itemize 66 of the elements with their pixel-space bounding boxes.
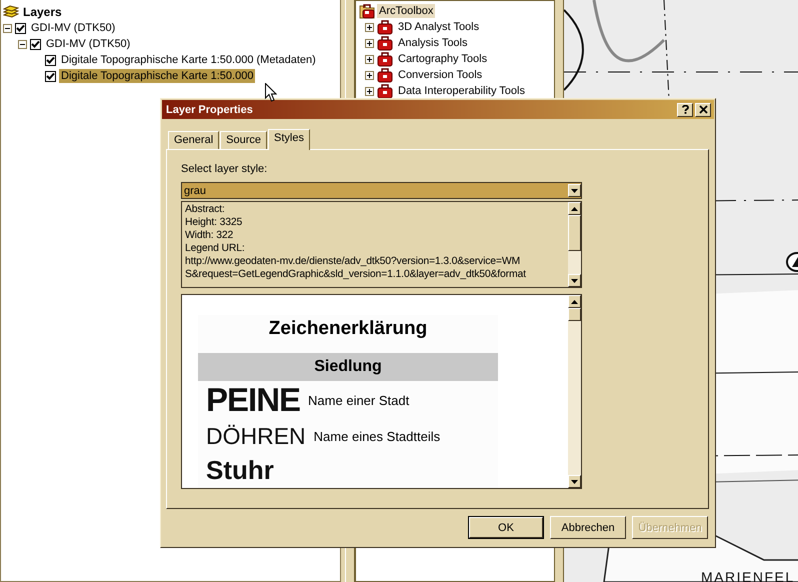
toolbox-item[interactable]: Cartography Tools [396,52,490,66]
abstract-text: Width: 322 [185,230,234,243]
expand-icon[interactable] [365,54,374,64]
dropdown-arrow-icon [571,188,578,192]
expand-icon[interactable] [365,38,374,48]
toolbox-item[interactable]: Analysis Tools [396,36,470,50]
dialog-button: Übernehmen [632,516,708,539]
checkbox[interactable] [15,22,26,34]
checkbox[interactable] [45,70,56,82]
toolbox-icon [377,19,393,35]
scroll-up-icon [571,206,578,210]
scroll-up-icon [571,300,578,304]
panel-title: Layers [23,4,62,18]
legend-description: Name einer Stadt [308,392,410,408]
scrollbar[interactable] [568,202,581,287]
legend-title: Zeichenerklärung [268,317,428,341]
cursor-icon [265,83,277,102]
collapse-icon[interactable] [3,24,12,32]
close-icon [698,105,708,114]
toolbox-icon [377,67,393,83]
abstract-textbox[interactable]: Abstract: Height: 3325 Width: 322 Legend URL: http://www.geodaten-mv.de/dienste/adv_dtk50?version=1.3.0&service=WM S&request=GetLegendGraphic&sld_version=1.1.0&layer=adv_dtk50&format [181,201,582,288]
layer-name[interactable]: Digitale Topographische Karte 1:50.000 [59,69,256,83]
toolbox-icon [377,83,393,99]
tab[interactable]: Styles [268,129,310,150]
tab[interactable]: Source [220,131,267,149]
style-dropdown[interactable]: grau [181,182,582,199]
collapse-icon[interactable] [18,40,27,48]
toolbox-root[interactable]: ArcToolbox [377,4,436,18]
close-button[interactable] [695,102,711,116]
help-icon [680,105,690,114]
abstract-text: Height: 3325 [185,217,244,230]
expand-icon[interactable] [365,70,374,80]
map-label: MARIENFEL [701,569,795,582]
help-button[interactable] [677,102,693,116]
scrollbar[interactable] [568,295,581,488]
expand-icon[interactable] [365,22,374,32]
abstract-text: Abstract: [185,204,226,217]
scroll-down-icon [571,278,578,282]
legend-sample-text: PEINE [206,381,300,420]
toolbox-icon [377,51,393,67]
legend-section-heading: Siedlung [198,353,498,382]
legend-description: Name eines Stadtteils [314,429,440,444]
dialog-button[interactable]: Abbrechen [550,516,626,539]
toolbox-icon [377,35,393,51]
layers-icon [3,5,19,18]
abstract-text: S&request=GetLegendGraphic&sld_version=1.1.0&layer=adv_dtk50&format [185,269,527,282]
checkbox[interactable] [30,38,41,50]
toolbox-item[interactable]: Data Interoperability Tools [396,84,527,98]
abstract-text: http://www.geodaten-mv.de/dienste/adv_dtk50?version=1.3.0&service=WM [185,256,521,269]
layer-name[interactable]: GDI-MV (DTK50) [44,37,132,51]
dialog-title: Layer Properties [166,104,253,116]
legend-sample-text: Stuhr [206,455,274,486]
dialog-button[interactable]: OK [468,516,544,539]
checkbox[interactable] [45,54,56,66]
toolbox-item[interactable]: Conversion Tools [396,68,484,82]
field-label: Select layer style: [181,163,268,176]
toolbox-icon [359,3,375,19]
layer-name[interactable]: GDI-MV (DTK50) [29,21,118,35]
expand-icon[interactable] [365,86,374,96]
toolbox-item[interactable]: 3D Analyst Tools [396,20,482,34]
layer-name[interactable]: Digitale Topographische Karte 1:50.000 (Metadaten) [59,53,318,67]
scroll-thumb[interactable] [568,308,581,321]
scroll-thumb[interactable] [568,215,581,251]
legend-sample-text: DÖHREN [206,423,306,450]
tab[interactable]: General [168,131,220,149]
abstract-text: Legend URL: [185,243,246,256]
